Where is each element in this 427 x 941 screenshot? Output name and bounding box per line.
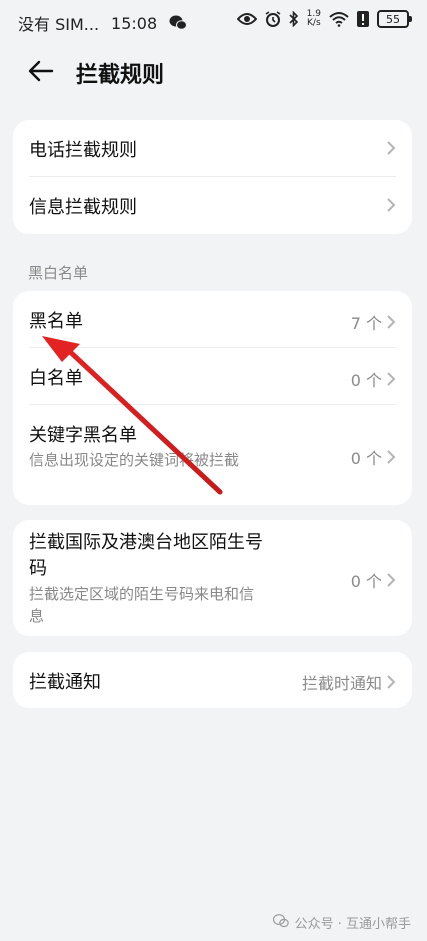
clock-text: 15:08 — [111, 13, 158, 33]
row-label: 电话拦截规则 — [29, 140, 137, 161]
watermark-text: 公众号 · 互通小帮手 — [294, 917, 411, 932]
count-value: 0 个 — [350, 572, 382, 591]
count-value: 0 个 — [350, 449, 382, 468]
chevron-right-icon — [387, 141, 396, 155]
battery-indicator: 55 — [377, 10, 412, 28]
alert-icon — [357, 11, 369, 27]
status-bar: 没有 SIM... 15:08 1.9 K/s 55 — [0, 0, 427, 44]
row-label: 关键字黑名单 — [29, 425, 137, 446]
row-subtitle: 拦截选定区域的陌生号码来电和信息 — [29, 585, 255, 625]
chevron-right-icon — [387, 372, 396, 386]
carrier-text: 没有 SIM... — [18, 15, 100, 34]
international-intercept-card: 拦截国际及港澳台地区陌生号码 拦截选定区域的陌生号码来电和信息 0 个 — [13, 520, 412, 636]
alarm-icon — [265, 11, 281, 27]
whitelist-row[interactable]: 白名单 0 个 — [13, 348, 412, 405]
message-intercept-rules-row[interactable]: 信息拦截规则 — [13, 177, 412, 234]
eye-icon — [236, 12, 257, 26]
wechat-icon — [272, 913, 289, 932]
row-subtitle: 信息出现设定的关键词将被拦截 — [29, 451, 240, 469]
network-speed: 1.9 K/s — [306, 9, 321, 28]
row-label: 黑名单 — [29, 311, 83, 332]
chevron-right-icon — [387, 198, 396, 212]
chevron-right-icon — [387, 450, 396, 464]
chevron-right-icon — [387, 675, 396, 689]
keyword-blacklist-row[interactable]: 关键字黑名单 信息出现设定的关键词将被拦截 0 个 — [13, 405, 412, 505]
count-value: 0 个 — [350, 371, 382, 390]
chevron-right-icon — [387, 315, 396, 329]
chevron-right-icon — [387, 573, 396, 587]
blacklist-row[interactable]: 黑名单 7 个 — [13, 291, 412, 348]
arrow-left-icon — [28, 60, 54, 86]
intercept-notify-row[interactable]: 拦截通知 拦截时通知 — [13, 652, 412, 708]
intercept-notify-card: 拦截通知 拦截时通知 — [13, 652, 412, 708]
wifi-icon — [329, 11, 349, 27]
section-label-blackwhite: 黑白名单 — [28, 264, 89, 282]
blackwhite-list-card: 黑名单 7 个 白名单 0 个 关键字黑名单 信息出现设定的关键词将被拦截 0 … — [13, 291, 412, 505]
wechat-icon — [169, 15, 188, 31]
row-label: 拦截通知 — [29, 672, 101, 693]
notify-value: 拦截时通知 — [301, 674, 382, 693]
international-intercept-row[interactable]: 拦截国际及港澳台地区陌生号码 拦截选定区域的陌生号码来电和信息 0 个 — [13, 520, 412, 636]
intercept-rules-card: 电话拦截规则 信息拦截规则 — [13, 120, 412, 234]
row-label: 信息拦截规则 — [29, 197, 137, 218]
row-label: 拦截国际及港澳台地区陌生号码 — [29, 532, 263, 579]
back-button[interactable] — [24, 58, 58, 88]
page-title: 拦截规则 — [76, 63, 165, 88]
row-label: 白名单 — [29, 368, 83, 389]
count-value: 7 个 — [350, 314, 382, 333]
call-intercept-rules-row[interactable]: 电话拦截规则 — [13, 120, 412, 177]
bluetooth-icon — [289, 11, 299, 27]
watermark: 公众号 · 互通小帮手 — [272, 913, 411, 932]
app-header: 拦截规则 — [0, 48, 427, 98]
